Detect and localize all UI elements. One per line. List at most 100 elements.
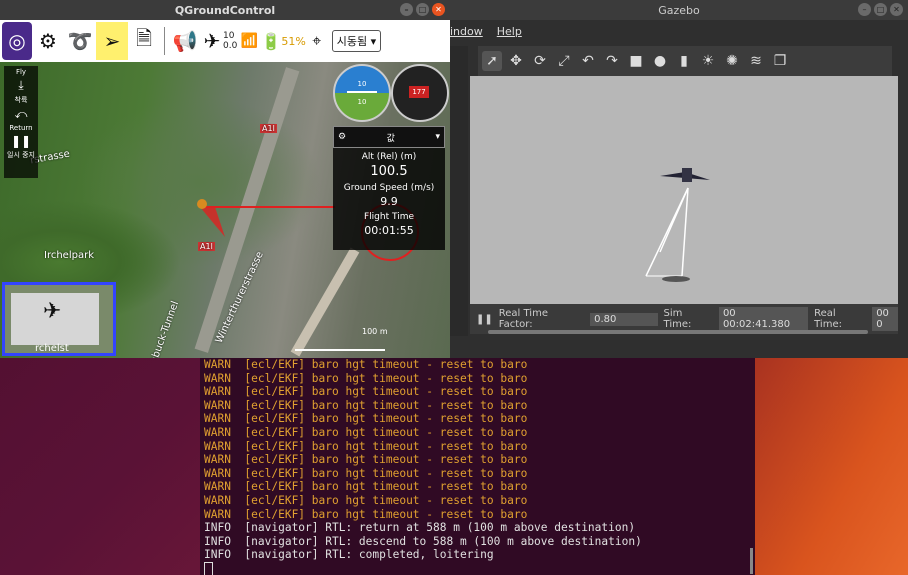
terminal-cursor[interactable] (204, 561, 213, 575)
instrument-panel: 10 10 177 ⚙ 값 ▾ Alt (Rel) (m) 100.5 Grou… (333, 64, 449, 250)
menu-help[interactable]: Help (497, 25, 522, 38)
sun-light-icon[interactable]: ☀ (698, 51, 718, 71)
log-message: [navigator] RTL: return at 588 m (100 m … (230, 521, 636, 535)
close-button[interactable]: ✕ (432, 3, 445, 16)
flight-time-label: Flight Time (363, 212, 414, 222)
video-pip-view[interactable]: ✈ rchelst (2, 282, 116, 356)
pause-label[interactable]: 일시 중지 (4, 150, 38, 160)
qgc-titlebar[interactable]: QGroundControl – □ ✕ (0, 0, 450, 20)
plan-route-icon[interactable]: ➰ (64, 22, 96, 60)
terminal-line: WARN [ecl/EKF] baro hgt timeout - reset … (204, 372, 755, 386)
scale-icon[interactable]: ⤢ (554, 51, 574, 71)
log-message: [navigator] RTL: completed, loitering (230, 548, 494, 562)
terminal-scrollbar[interactable] (750, 548, 753, 574)
terminal-line: WARN [ecl/EKF] baro hgt timeout - reset … (204, 467, 755, 481)
telemetry-values-panel: ⚙ 값 ▾ Alt (Rel) (m) 100.5 Ground Speed (… (333, 126, 445, 250)
gps-status: 10 0.0 (223, 31, 237, 51)
cylinder-shape-icon[interactable]: ▮ (674, 51, 694, 71)
minimize-button[interactable]: – (400, 3, 413, 16)
gazebo-titlebar[interactable]: Gazebo – □ ✕ (450, 0, 908, 20)
takeoff-icon[interactable]: ⤓ (4, 78, 38, 93)
satellite-count: 10 (223, 31, 235, 41)
undo-icon[interactable]: ↶ (578, 51, 598, 71)
log-level: WARN (204, 398, 231, 412)
analyze-icon[interactable]: 🗎 (128, 22, 160, 60)
directional-light-icon[interactable]: ≋ (746, 51, 766, 71)
battery-icon[interactable]: 🔋 (261, 22, 281, 60)
log-level: WARN (204, 493, 231, 507)
values-gear-icon[interactable]: ⚙ (338, 132, 346, 142)
values-chevron-down-icon[interactable]: ▾ (435, 132, 440, 142)
log-message: [ecl/EKF] baro hgt timeout - reset to ba… (230, 385, 528, 399)
sim-time-value: 00 00:02:41.380 (718, 307, 809, 331)
compass-heading: 177 (409, 86, 429, 98)
log-level: WARN (204, 507, 231, 521)
hdop-value: 0.0 (223, 41, 238, 51)
terminal-line: WARN [ecl/EKF] baro hgt timeout - reset … (204, 494, 755, 508)
menu-window[interactable]: indow (450, 25, 483, 38)
pip-scene: ✈ (11, 293, 99, 345)
battery-percent: 51% (281, 34, 306, 48)
close-button[interactable]: ✕ (890, 3, 903, 16)
compass-indicator: 177 (391, 64, 449, 122)
qgc-title: QGroundControl (174, 3, 276, 17)
rtf-value: 0.80 (590, 312, 658, 326)
log-message: [ecl/EKF] baro hgt timeout - reset to ba… (230, 507, 528, 521)
terminal-line: WARN [ecl/EKF] baro hgt timeout - reset … (204, 412, 755, 426)
select-arrow-icon[interactable]: ➚ (482, 51, 502, 71)
gazebo-window: Gazebo – □ ✕ indow Help ➚ ✥ ⟳ ⤢ ↶ ↷ ■ ● … (450, 0, 908, 358)
gps-crosshair-icon[interactable]: ⌖ (306, 22, 328, 60)
rc-remote-icon[interactable]: 📶 (237, 22, 261, 60)
attitude-pitch-bottom: 10 (357, 98, 367, 106)
terminal-line: WARN [ecl/EKF] baro hgt timeout - reset … (204, 399, 755, 413)
log-message: [navigator] RTL: descend to 588 m (100 m… (230, 534, 642, 548)
gazebo-3d-view[interactable] (470, 76, 898, 304)
log-level: INFO (204, 521, 231, 535)
log-level: INFO (204, 548, 231, 562)
sphere-shape-icon[interactable]: ● (650, 51, 670, 71)
maximize-button[interactable]: □ (874, 3, 887, 16)
box-shape-icon[interactable]: ■ (626, 51, 646, 71)
pip-map-label: rchelst (35, 343, 69, 354)
attitude-pitch-top: 10 (357, 80, 367, 88)
qgc-logo-button[interactable]: ◎ (2, 22, 32, 60)
log-level: WARN (204, 412, 231, 426)
rotate-icon[interactable]: ⟳ (530, 51, 550, 71)
pause-icon[interactable]: ❚❚ (4, 134, 38, 148)
redo-icon[interactable]: ↷ (602, 51, 622, 71)
terminal-line: WARN [ecl/EKF] baro hgt timeout - reset … (204, 440, 755, 454)
terminal-window[interactable]: WARN [ecl/EKF] baro hgt timeout - reset … (200, 358, 755, 575)
alt-label: Alt (Rel) (m) (361, 152, 417, 162)
point-light-icon[interactable]: ✺ (722, 51, 742, 71)
minimize-button[interactable]: – (858, 3, 871, 16)
log-level: WARN (204, 385, 231, 399)
log-message: [ecl/EKF] baro hgt timeout - reset to ba… (230, 466, 528, 480)
translate-icon[interactable]: ✥ (506, 51, 526, 71)
terminal-line: INFO [navigator] RTL: return at 588 m (1… (204, 521, 755, 535)
pause-icon[interactable]: ❚❚ (476, 314, 493, 325)
arm-status-dropdown[interactable]: 시동됨 ▾ (331, 30, 382, 52)
terminal-line: WARN [ecl/EKF] baro hgt timeout - reset … (204, 385, 755, 399)
takeoff-label[interactable]: 착륙 (4, 95, 38, 105)
speed-value: 9.9 (380, 195, 398, 208)
fly-paper-plane-icon[interactable]: ➢ (96, 22, 128, 60)
maximize-button[interactable]: □ (416, 3, 429, 16)
rtf-label: Real Time Factor: (498, 308, 548, 330)
log-message: [ecl/EKF] baro hgt timeout - reset to ba… (230, 425, 528, 439)
values-header[interactable]: ⚙ 값 ▾ (333, 126, 445, 148)
terminal-output: WARN [ecl/EKF] baro hgt timeout - reset … (204, 358, 755, 562)
gps-satellite-icon[interactable]: ✈ (201, 22, 223, 60)
qgc-toolbar: ◎ ⚙ ➰ ➢ 🗎 📢 ✈ 10 0.0 📶 🔋 51% ⌖ 시동됨 ▾ (0, 20, 450, 62)
megaphone-icon[interactable]: 📢 (169, 22, 201, 60)
log-level: WARN (204, 358, 231, 371)
gazebo-horizontal-scrollbar[interactable] (488, 330, 868, 334)
log-message: [ecl/EKF] baro hgt timeout - reset to ba… (230, 358, 528, 371)
copy-icon[interactable]: ❐ (770, 51, 790, 71)
gazebo-side-panel (450, 46, 468, 336)
return-icon[interactable]: ⤺ (4, 107, 38, 122)
log-message: [ecl/EKF] baro hgt timeout - reset to ba… (230, 371, 528, 385)
return-label[interactable]: Return (4, 124, 38, 132)
settings-gear-icon[interactable]: ⚙ (32, 22, 64, 60)
terminal-line: INFO [navigator] RTL: completed, loiteri… (204, 548, 755, 562)
fly-tool-panel: Fly ⤓ 착륙 ⤺ Return ❚❚ 일시 중지 (4, 66, 38, 178)
